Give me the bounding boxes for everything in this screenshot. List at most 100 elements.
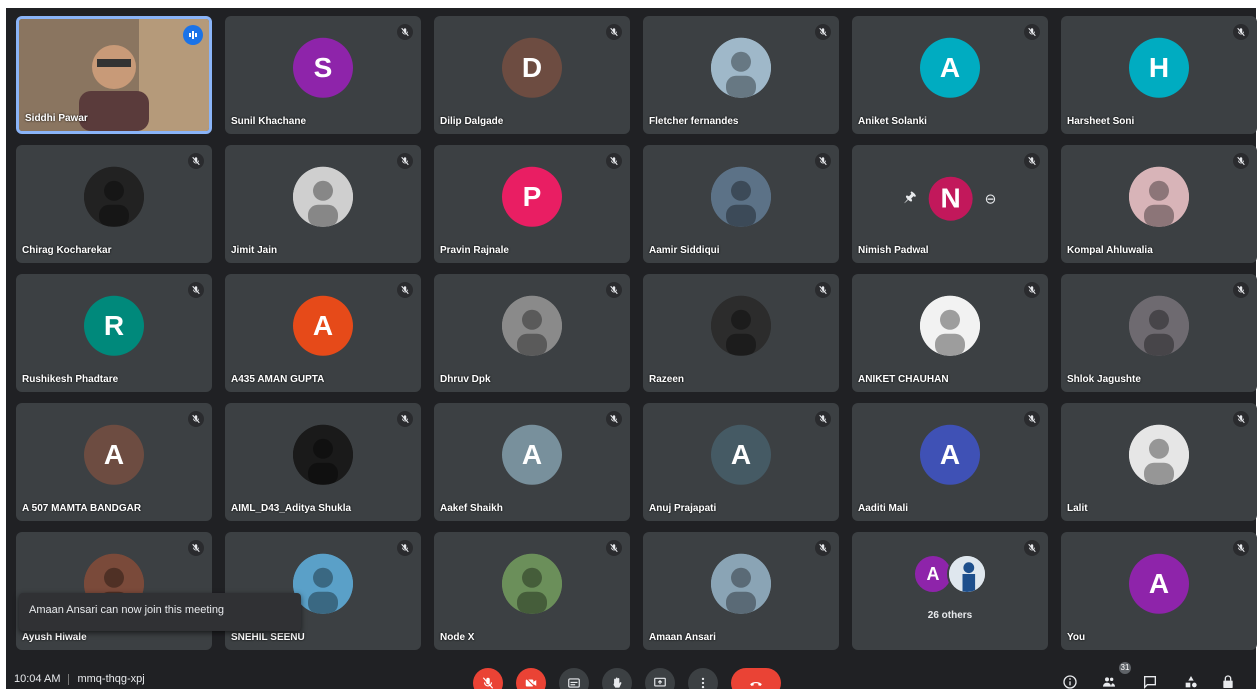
participant-tile[interactable]: S Sunil Khachane [225,16,421,134]
mic-off-icon [606,411,622,427]
participant-tile[interactable]: Aamir Siddiqui [643,145,839,263]
avatar: D [502,37,562,98]
mic-off-icon [1233,411,1249,427]
others-avatars: A [913,554,987,594]
bottom-bar: 10:04 AM mmq-thqg-xpj 31 [6,660,1256,689]
participant-tile[interactable]: Fletcher fernandes [643,16,839,134]
participant-tile[interactable]: Kompal Ahluwalia [1061,145,1257,263]
participant-name: Lalit [1067,503,1088,514]
participant-name: Aaditi Mali [858,503,909,514]
participant-tile[interactable]: A A 507 MAMTA BANDGAR [16,403,212,521]
avatar: A [920,424,980,485]
avatar: A [711,424,771,485]
present-screen-icon[interactable] [645,668,675,689]
participant-name: SNEHIL SEENU [231,632,305,643]
participant-name: Node X [440,632,475,643]
activities-icon[interactable] [1183,674,1199,689]
camera-off-icon[interactable] [516,668,546,689]
participant-tile[interactable]: A A435 AMAN GUPTA [225,274,421,392]
participant-name: Rushikesh Phadtare [22,374,119,385]
mic-off-icon [606,24,622,40]
mic-off-icon [397,153,413,169]
participant-tile[interactable]: Razeen [643,274,839,392]
participant-tile[interactable]: SNEHIL SEENU [225,532,421,650]
participant-name: Aakef Shaikh [440,503,503,514]
avatar [947,554,987,594]
mic-off-icon [1233,540,1249,556]
participant-tile[interactable]: AIML_D43_Aditya Shukla [225,403,421,521]
speaking-indicator-icon [183,25,203,45]
participant-name: AIML_D43_Aditya Shukla [231,503,352,514]
avatar: R [84,295,144,356]
participant-tile[interactable]: Siddhi Pawar [16,16,212,134]
avatar [293,424,353,485]
participant-tile[interactable]: Dhruv Dpk [434,274,630,392]
raise-hand-icon[interactable] [602,668,632,689]
participant-tile[interactable]: R Rushikesh Phadtare [16,274,212,392]
avatar [711,166,771,227]
participant-tile[interactable]: A Aakef Shaikh [434,403,630,521]
chat-icon[interactable] [1142,674,1158,689]
participant-tile[interactable]: D Dilip Dalgade [434,16,630,134]
participant-tile[interactable]: Lalit [1061,403,1257,521]
avatar [711,37,771,98]
hangup-icon[interactable] [731,668,781,689]
avatar [84,166,144,227]
avatar: A [920,37,980,98]
mic-off-icon [1024,540,1040,556]
participant-tile[interactable]: Jimit Jain [225,145,421,263]
participant-name: A435 AMAN GUPTA [231,374,325,385]
participant-tile[interactable]: A Anuj Prajapati [643,403,839,521]
participant-tile[interactable]: Shlok Jagushte [1061,274,1257,392]
clock: 10:04 AM [14,673,61,685]
participant-name: Razeen [649,374,685,385]
participant-name: Anuj Prajapati [649,503,717,514]
mic-off-icon [188,411,204,427]
participant-tile[interactable]: Chirag Kocharekar [16,145,212,263]
participant-name: Aamir Siddiqui [649,245,720,256]
participant-tile[interactable]: Amaan Ansari [643,532,839,650]
participant-tile[interactable]: H Harsheet Soni [1061,16,1257,134]
mic-off-icon [397,411,413,427]
mic-off-icon [815,540,831,556]
participant-name: Dilip Dalgade [440,116,504,127]
participant-name: Chirag Kocharekar [22,245,112,256]
participant-name: You [1067,632,1086,643]
participant-tile[interactable]: A You [1061,532,1257,650]
more-options-icon[interactable] [688,668,718,689]
pin-icon[interactable]: 🖈 [904,187,917,211]
avatar [502,553,562,614]
avatar [1129,295,1189,356]
avatar [293,553,353,614]
participant-tile[interactable]: 🖈 N ⊖N Nimish Padwal [852,145,1048,263]
mic-off-icon [397,24,413,40]
mic-off-icon [397,540,413,556]
participant-tile[interactable]: P Pravin Rajnale [434,145,630,263]
remove-icon[interactable]: ⊖ [985,190,997,207]
participant-tile[interactable]: ANIKET CHAUHAN [852,274,1048,392]
divider [68,673,70,685]
avatar [502,295,562,356]
info-icon[interactable] [1062,674,1078,689]
people-icon[interactable] [1101,674,1117,689]
mic-off-icon [815,24,831,40]
avatar: P [502,166,562,227]
participant-tile[interactable]: Node X [434,532,630,650]
participant-name: Nimish Padwal [858,245,929,256]
tile-hover-controls: 🖈 N ⊖ [904,176,997,221]
avatar: N [928,176,973,221]
host-controls-icon[interactable] [1220,674,1236,689]
captions-icon[interactable] [559,668,589,689]
avatar: A [84,424,144,485]
participant-tile[interactable]: A Aaditi Mali [852,403,1048,521]
participant-tile[interactable]: A 26 others [852,532,1048,650]
mic-off-icon [815,282,831,298]
avatar [293,166,353,227]
meeting-details: 10:04 AM mmq-thqg-xpj [14,673,145,685]
mic-off-icon[interactable] [473,668,503,689]
participant-tile[interactable]: A Aniket Solanki [852,16,1048,134]
mic-off-icon [606,153,622,169]
participant-tile[interactable]: Ayush Hiwale [16,532,212,650]
avatar: A [293,295,353,356]
join-notification: Amaan Ansari can now join this meeting [19,593,301,631]
